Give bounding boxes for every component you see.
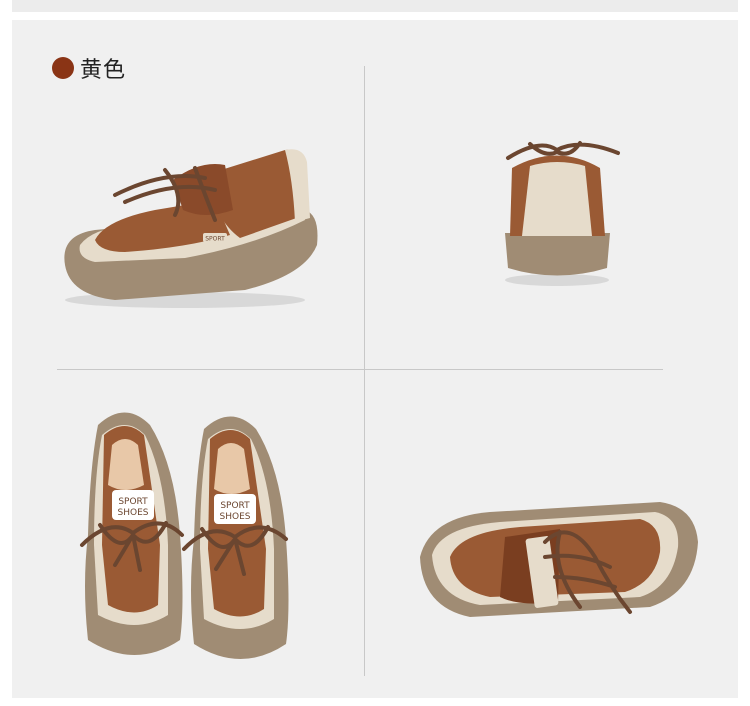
top-banner-strip <box>12 0 738 12</box>
right-shoe-top: SPORT SHOES <box>182 416 289 659</box>
side-tag-text: SPORT <box>205 236 225 243</box>
shoe-side-view: SPORT <box>64 149 318 308</box>
shoe-back-view <box>505 141 620 286</box>
color-label: 黄色 <box>80 58 127 83</box>
divider-vertical <box>364 66 365 676</box>
color-option: 黄色 <box>52 52 126 84</box>
shoe-rear-angled-view <box>420 502 698 617</box>
divider-horizontal <box>57 369 663 370</box>
left-tongue-line2: SHOES <box>118 508 149 518</box>
color-swatch <box>52 57 74 79</box>
right-tongue-line1: SPORT <box>220 501 250 511</box>
left-tongue-line1: SPORT <box>118 497 148 507</box>
left-shoe-top: SPORT SHOES <box>80 412 184 655</box>
shoe-top-view-pair: SPORT SHOES SPORT SHOES <box>80 412 289 659</box>
right-tongue-line2: SHOES <box>220 512 251 522</box>
